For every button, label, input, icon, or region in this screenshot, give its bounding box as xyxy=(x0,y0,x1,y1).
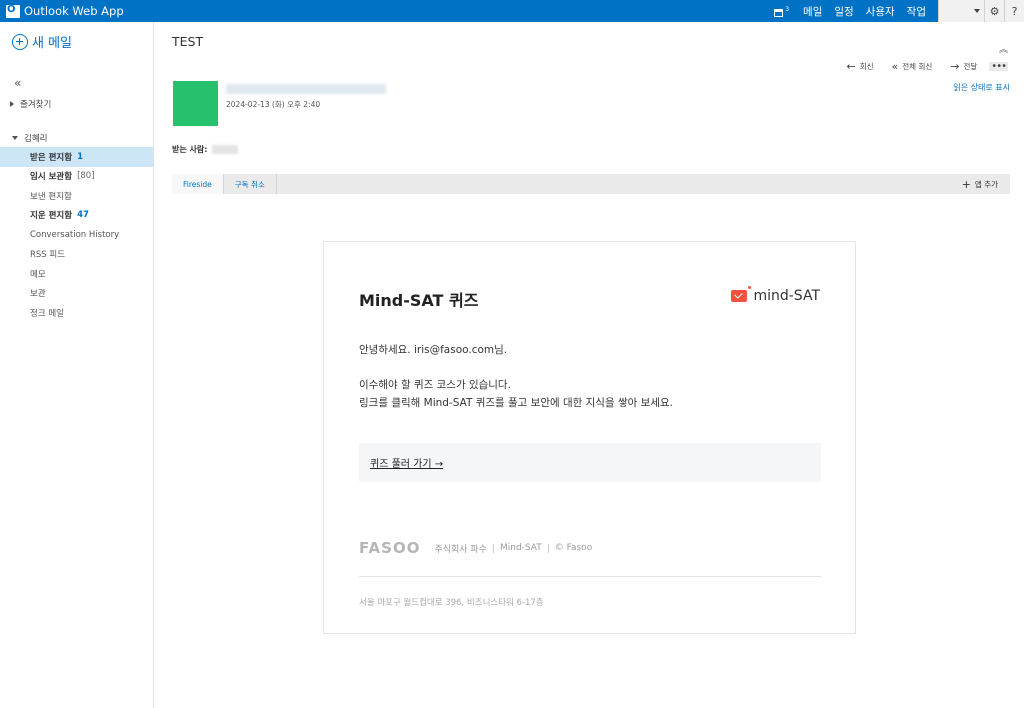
triangle-down-icon xyxy=(12,136,18,140)
brand-name: mind-SAT xyxy=(753,288,820,304)
nav-tasks[interactable]: 작업 xyxy=(901,4,932,19)
app-bar: Fireside 구독 취소 + 앱 추가 xyxy=(172,174,1010,194)
folder-inbox[interactable]: 받은 편지함 1 xyxy=(0,147,153,167)
email-title: Mind-SAT 퀴즈 xyxy=(359,291,479,310)
sidebar: 새 메일 « 즐겨찾기 김혜리 받은 편지함 1 임시 보관함 [80] 보낸 … xyxy=(0,22,154,708)
divider xyxy=(547,543,549,553)
reply-label: 회신 xyxy=(859,62,874,71)
reading-pane: TEST ︽ ← 회신 « 전체 회신 → 전달 ••• 읽은 상태로 표시 2… xyxy=(155,22,1024,708)
nav-mail[interactable]: 메일 xyxy=(797,4,828,19)
folder-label: 보낸 편지함 xyxy=(30,191,72,202)
folder-notes[interactable]: 메모 xyxy=(0,264,153,284)
reply-icon: ← xyxy=(846,60,856,73)
fasoo-logo: FASOO xyxy=(359,539,421,557)
folder-label: 받은 편지함 xyxy=(30,152,73,163)
app-tab-unsubscribe[interactable]: 구독 취소 xyxy=(224,174,277,194)
email-card: Mind-SAT 퀴즈 mind-SAT 안녕하세요. iris@fasoo.c… xyxy=(323,241,856,634)
cta-box: 퀴즈 풀러 가기 → xyxy=(359,443,821,482)
message-subject: TEST xyxy=(172,34,204,49)
footer-divider xyxy=(359,576,821,577)
reply-all-button[interactable]: « 전체 회신 xyxy=(892,60,933,73)
plus-icon: + xyxy=(961,177,971,191)
app-title: Outlook Web App xyxy=(24,4,124,18)
nav-calendar[interactable]: 일정 xyxy=(828,4,859,19)
email-greeting: 안녕하세요. iris@fasoo.com님. xyxy=(359,344,508,356)
footer-copyright: © Fasoo xyxy=(554,543,593,553)
footer-product: Mind-SAT xyxy=(500,543,542,553)
chevron-down-icon xyxy=(974,9,980,13)
folder-junk[interactable]: 정크 메일 xyxy=(0,303,153,323)
email-body-line1: 이수해야 할 퀴즈 코스가 있습니다. xyxy=(359,379,511,391)
collapse-sidebar-button[interactable]: « xyxy=(14,76,21,90)
footer-brand: FASOO 주식회사 파수 Mind-SAT © Fasoo xyxy=(359,539,592,557)
add-app-label: 앱 추가 xyxy=(974,179,998,189)
recipient-redacted[interactable] xyxy=(212,145,239,154)
calendar-icon xyxy=(774,8,784,17)
folder-label: 지운 편지함 xyxy=(30,211,73,222)
folder-label: 정크 메일 xyxy=(30,308,64,319)
account-name: 김혜리 xyxy=(24,134,48,144)
more-actions-button[interactable]: ••• xyxy=(989,61,1008,72)
mark-as-read-link[interactable]: 읽은 상태로 표시 xyxy=(953,82,1010,93)
collapse-header-button[interactable]: ︽ xyxy=(999,42,1008,55)
sender-avatar xyxy=(173,81,218,126)
folder-sent[interactable]: 보낸 편지함 xyxy=(0,186,153,206)
unread-count: 47 xyxy=(77,210,89,221)
favorites-label: 즐겨찾기 xyxy=(20,100,52,110)
reply-all-label: 전체 회신 xyxy=(902,62,933,71)
folder-label: 메모 xyxy=(30,269,46,280)
help-icon: ? xyxy=(1011,4,1018,18)
draft-count: [80] xyxy=(77,171,95,182)
folder-deleted[interactable]: 지운 편지함 47 xyxy=(0,206,153,226)
triangle-right-icon xyxy=(10,101,14,107)
folder-conversation-history[interactable]: Conversation History xyxy=(0,225,153,245)
double-chevron-up-icon: ︽ xyxy=(998,45,1008,55)
calendar-count: 3 xyxy=(785,5,790,13)
folder-label: Conversation History xyxy=(30,229,120,240)
help-button[interactable]: ? xyxy=(1004,0,1024,22)
email-body-line2: 링크를 클릭해 Mind-SAT 퀴즈를 풀고 보안에 대한 지식을 쌓아 보세… xyxy=(359,397,673,409)
folder-rss[interactable]: RSS 피드 xyxy=(0,245,153,265)
forward-icon: → xyxy=(950,60,960,73)
quiz-link[interactable]: 퀴즈 풀러 가기 → xyxy=(370,455,443,470)
recipients-line: 받는 사람: xyxy=(172,144,239,155)
settings-button[interactable]: ⚙ xyxy=(984,0,1004,22)
calendar-reminder[interactable]: 3 xyxy=(766,6,797,17)
folder-archive[interactable]: 보관 xyxy=(0,284,153,304)
new-mail-label: 새 메일 xyxy=(32,36,73,51)
user-menu[interactable] xyxy=(938,0,984,22)
reply-button[interactable]: ← 회신 xyxy=(847,60,874,73)
folder-list: 받은 편지함 1 임시 보관함 [80] 보낸 편지함 지운 편지함 47 Co… xyxy=(0,147,153,323)
folder-label: 임시 보관함 xyxy=(30,172,73,183)
ellipsis-icon: ••• xyxy=(991,61,1007,72)
divider xyxy=(493,543,494,553)
account-toggle[interactable]: 김혜리 xyxy=(12,132,47,144)
app-logo[interactable]: Outlook Web App xyxy=(0,0,124,22)
folder-label: 보관 xyxy=(30,289,46,300)
message-date: 2024-02-13 (화) 오후 2:40 xyxy=(226,100,321,109)
to-label: 받는 사람: xyxy=(172,145,208,154)
outlook-icon xyxy=(6,4,20,18)
app-tab-fireside[interactable]: Fireside xyxy=(172,174,224,194)
favorites-toggle[interactable]: 즐겨찾기 xyxy=(10,98,51,110)
top-bar: Outlook Web App 3 메일 일정 사용자 작업 ⚙ ? xyxy=(0,0,1024,22)
plus-circle-icon xyxy=(12,33,28,50)
new-mail-button[interactable]: 새 메일 xyxy=(12,32,72,51)
reply-all-icon: « xyxy=(891,60,899,73)
folder-drafts[interactable]: 임시 보관함 [80] xyxy=(0,167,153,187)
unread-count: 1 xyxy=(77,151,83,162)
footer-address: 서울 마포구 월드컵대로 396, 비즈니스타워 6-17층 xyxy=(359,598,544,608)
forward-button[interactable]: → 전달 xyxy=(950,60,977,73)
sender-name-redacted[interactable] xyxy=(226,84,386,94)
brand-logo: mind-SAT xyxy=(731,286,820,304)
message-actions: ← 회신 « 전체 회신 → 전달 ••• xyxy=(829,60,1008,73)
mindsat-logo-icon xyxy=(731,286,752,302)
forward-label: 전달 xyxy=(963,62,978,71)
footer-company: 주식회사 파수 xyxy=(434,544,487,555)
gear-icon: ⚙ xyxy=(989,4,1000,18)
add-app-button[interactable]: + 앱 추가 xyxy=(962,178,1010,191)
nav-people[interactable]: 사용자 xyxy=(860,4,901,19)
folder-label: RSS 피드 xyxy=(30,250,66,261)
